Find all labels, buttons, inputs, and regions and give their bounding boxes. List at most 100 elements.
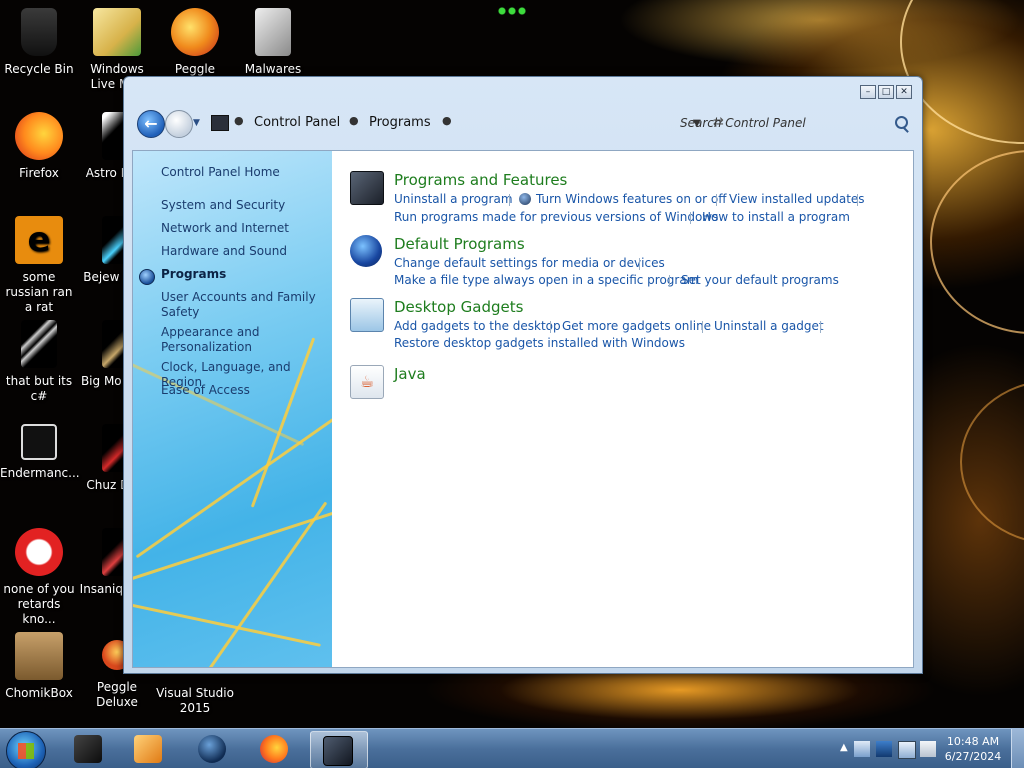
link-add-gadgets[interactable]: Add gadgets to the desktop (394, 319, 561, 333)
link-separator (550, 321, 551, 333)
control-panel-icon (211, 115, 229, 131)
minimize-button[interactable]: – (860, 85, 876, 99)
network-icon[interactable] (898, 741, 916, 759)
link-get-more-gadgets[interactable]: Get more gadgets online (562, 319, 711, 333)
wallpaper-swirl (960, 380, 1024, 544)
media-player-icon (134, 735, 162, 763)
desktop-icon-label: Peggle Deluxe (96, 680, 138, 709)
shield-icon[interactable] (876, 741, 892, 757)
sidebar-item-network-and-internet[interactable]: Network and Internet (161, 221, 326, 236)
link-set-default-programs[interactable]: Set your default programs (681, 273, 839, 287)
folder-icon (255, 8, 291, 56)
desktop-icon-that-but-c[interactable]: that but its c# (0, 320, 78, 404)
taskbar-app-firefox[interactable] (248, 731, 300, 767)
recent-pages-dropdown[interactable]: ▼ (193, 118, 200, 128)
link-turn-windows-features[interactable]: Turn Windows features on or off (536, 192, 727, 206)
desktop-gadgets-icon (350, 298, 384, 332)
desktop-icon-chomikbox[interactable]: ChomikBox (0, 632, 78, 701)
desktop-icon-label: some russian ran a rat (5, 270, 73, 314)
taskbar-app-control-panel[interactable] (310, 731, 368, 768)
forward-button[interactable] (165, 110, 193, 138)
globe-icon (198, 735, 226, 763)
close-button[interactable]: ✕ (896, 85, 912, 99)
search-icon[interactable] (895, 116, 908, 129)
sidebar-item-ease-of-access[interactable]: Ease of Access (161, 383, 326, 398)
desktop-icon-label: Malwares (244, 62, 302, 76)
desktop-icon-endermanch[interactable]: Endermanc... (0, 424, 80, 481)
sidebar: Control Panel Home System and Security N… (133, 151, 332, 667)
maximize-button[interactable]: □ (878, 85, 894, 99)
sidebar-decoration (133, 503, 332, 582)
main-panel: Programs and Features Uninstall a progra… (332, 151, 913, 667)
app-icon: e (15, 216, 63, 264)
sidebar-item-appearance[interactable]: Appearance and Personalization (161, 325, 326, 355)
link-change-default-settings[interactable]: Change default settings for media or dev… (394, 256, 665, 270)
chomikbox-icon (15, 632, 63, 680)
navigation-bar: ← ▼ ● Control Panel ● Programs ● ▼ ⇄ Sea… (134, 107, 912, 141)
desktop-icon-none-of-you[interactable]: none of you retards kno... (0, 528, 78, 627)
firefox-icon (15, 112, 63, 160)
desktop-icon-label: Recycle Bin (4, 62, 74, 76)
caption-buttons: – □ ✕ (860, 85, 912, 99)
action-center-icon[interactable] (854, 741, 870, 757)
sidebar-item-hardware-and-sound[interactable]: Hardware and Sound (161, 244, 326, 259)
category-title[interactable]: Programs and Features (394, 171, 567, 189)
show-hidden-icons-button[interactable]: ▲ (840, 742, 848, 753)
desktop-icon-label: Firefox (19, 166, 59, 180)
link-uninstall-program[interactable]: Uninstall a program (394, 192, 513, 206)
category-title[interactable]: Java (394, 365, 426, 383)
desktop-icon-malwares[interactable]: Malwares (234, 8, 312, 77)
programs-and-features-icon (350, 171, 384, 205)
link-run-older-programs[interactable]: Run programs made for previous versions … (394, 210, 718, 224)
category-title[interactable]: Default Programs (394, 235, 525, 253)
clock-time: 10:48 AM (946, 735, 1000, 748)
sidebar-item-control-panel-home[interactable]: Control Panel Home (161, 165, 326, 180)
desktop-icon-label: that but its c# (5, 374, 73, 403)
start-button[interactable] (6, 731, 46, 768)
link-uninstall-gadget[interactable]: Uninstall a gadget (714, 319, 824, 333)
show-desktop-button[interactable] (1011, 729, 1024, 768)
desktop-icon-firefox[interactable]: Firefox (0, 112, 78, 181)
default-programs-icon (350, 235, 382, 267)
firefox-icon (260, 735, 288, 763)
peggle-icon (171, 8, 219, 56)
sidebar-item-user-accounts[interactable]: User Accounts and Family Safety (161, 290, 326, 320)
content-area: Control Panel Home System and Security N… (132, 150, 914, 668)
explorer-icon (74, 735, 102, 763)
sidebar-item-system-and-security[interactable]: System and Security (161, 198, 326, 213)
desktop-icon-label: ChomikBox (5, 686, 73, 700)
link-separator (716, 194, 717, 206)
control-panel-icon (323, 736, 353, 766)
search-box[interactable]: Search Control Panel (674, 110, 912, 136)
clock-date: 6/27/2024 (944, 750, 1002, 763)
breadcrumb-separator[interactable]: ● (442, 114, 452, 127)
taskbar-app-globe[interactable] (186, 731, 238, 767)
breadcrumb-separator[interactable]: ● (349, 114, 359, 127)
breadcrumb-separator[interactable]: ● (234, 114, 244, 127)
desktop-icon-some-russian[interactable]: e some russian ran a rat (0, 216, 78, 315)
breadcrumb-control-panel[interactable]: Control Panel (254, 115, 340, 130)
volume-icon[interactable] (920, 741, 936, 757)
clock[interactable]: 10:48 AM 6/27/2024 (942, 734, 1004, 764)
address-bar[interactable]: ● Control Panel ● Programs ● ▼ ⇄ (207, 110, 724, 136)
desktop-icon-recycle-bin[interactable]: Recycle Bin (0, 8, 78, 77)
category-title[interactable]: Desktop Gadgets (394, 298, 523, 316)
link-separator (820, 321, 821, 333)
link-view-installed-updates[interactable]: View installed updates (729, 192, 865, 206)
desktop-icon-label: Endermanc... (0, 466, 80, 480)
link-file-type-association[interactable]: Make a file type always open in a specif… (394, 273, 698, 287)
search-input[interactable]: Search Control Panel (680, 116, 806, 130)
back-button[interactable]: ← (137, 110, 165, 138)
taskbar-app-explorer[interactable] (62, 731, 114, 767)
wallpaper-swirl (930, 150, 1024, 334)
current-page-icon (139, 269, 155, 285)
link-restore-gadgets[interactable]: Restore desktop gadgets installed with W… (394, 336, 685, 350)
app-icon (15, 528, 63, 576)
shortcut-icon (21, 320, 57, 368)
recycle-bin-icon (21, 8, 57, 56)
taskbar-app-media-player[interactable] (122, 731, 174, 767)
link-how-to-install[interactable]: How to install a program (702, 210, 850, 224)
control-panel-window[interactable]: – □ ✕ ← ▼ ● Control Panel ● Programs ● ▼… (123, 76, 923, 674)
sidebar-item-programs[interactable]: Programs (161, 267, 326, 282)
breadcrumb-programs[interactable]: Programs (369, 115, 431, 130)
